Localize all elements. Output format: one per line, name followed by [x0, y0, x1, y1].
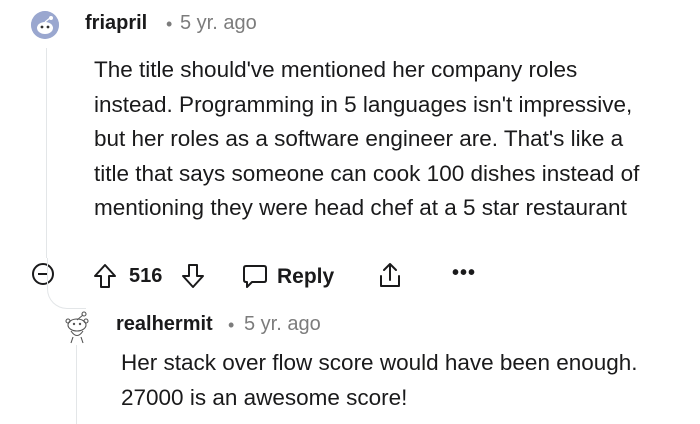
- snoo-avatar-icon: [31, 11, 59, 39]
- upvote-arrow-icon[interactable]: [92, 262, 118, 290]
- reply-thread-line[interactable]: [76, 345, 77, 424]
- reply-body: Her stack over flow score would have bee…: [121, 350, 638, 410]
- more-options-button[interactable]: •••: [452, 262, 476, 285]
- downvote-arrow-icon[interactable]: [180, 262, 206, 290]
- meta-separator: •: [228, 315, 235, 335]
- thread-connector[interactable]: [47, 258, 86, 309]
- reply-author[interactable]: realhermit: [116, 313, 213, 336]
- thread-line[interactable]: [46, 48, 47, 258]
- comment-body: The title should've mentioned her compan…: [94, 57, 640, 221]
- reply-button[interactable]: [241, 262, 269, 290]
- snoo-outline-avatar-icon: [65, 311, 89, 344]
- speech-bubble-icon: [243, 265, 267, 288]
- vote-score: 516: [129, 265, 163, 287]
- share-icon[interactable]: [375, 260, 405, 290]
- avatar-friapril[interactable]: [31, 11, 59, 39]
- meta-separator: •: [166, 14, 173, 34]
- avatar-realhermit[interactable]: [62, 310, 92, 344]
- comment-timestamp[interactable]: 5 yr. ago: [180, 12, 257, 35]
- reply-timestamp[interactable]: 5 yr. ago: [244, 313, 321, 336]
- comment-author[interactable]: friapril: [85, 12, 147, 35]
- reply-label[interactable]: Reply: [277, 265, 334, 289]
